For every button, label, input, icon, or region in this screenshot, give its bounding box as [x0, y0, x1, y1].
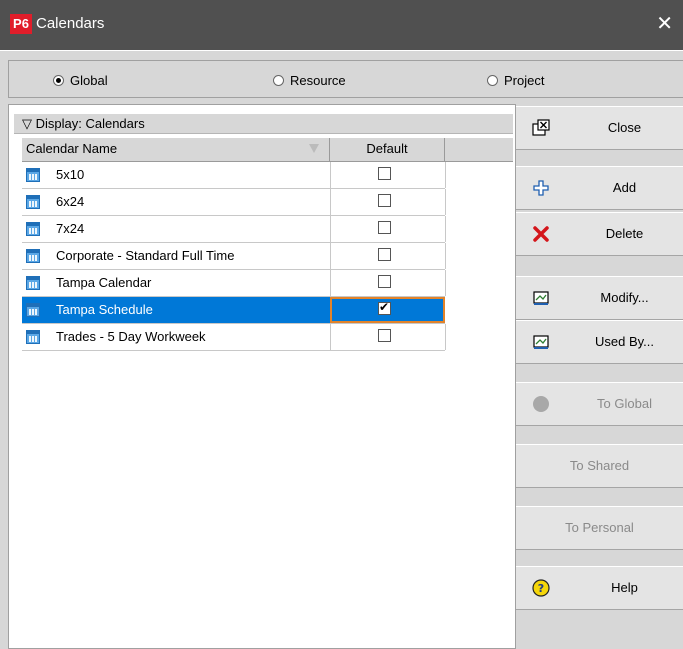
table-row[interactable]: Corporate - Standard Full Time [22, 243, 446, 270]
default-checkbox[interactable] [378, 329, 391, 342]
calendar-name: Tampa Schedule [56, 302, 153, 317]
radio-resource-label: Resource [290, 72, 346, 88]
column-header-default-label: Default [366, 141, 408, 156]
calendar-name: Tampa Calendar [56, 275, 152, 290]
close-window-icon [532, 119, 550, 136]
radio-global-circle[interactable] [53, 74, 64, 86]
radio-project-label: Project [504, 72, 545, 88]
add-button-label: Add [612, 180, 637, 195]
calendar-name: Corporate - Standard Full Time [56, 248, 235, 263]
table-row[interactable]: 5x10 [22, 162, 446, 189]
default-cell[interactable] [330, 216, 446, 242]
calendar-icon [26, 195, 40, 209]
default-cell[interactable] [330, 189, 446, 215]
name-cell[interactable]: 7x24 [22, 216, 331, 242]
table-row[interactable]: Tampa Calendar [22, 270, 446, 297]
column-header-default[interactable]: Default [330, 138, 445, 162]
calendar-icon [26, 222, 40, 236]
radio-resource-circle[interactable] [273, 74, 284, 86]
used-by-icon [533, 335, 549, 349]
to-global-button-label: To Global [597, 396, 652, 411]
to-global-button[interactable]: To Global [516, 382, 683, 426]
delete-button[interactable]: Delete [516, 212, 683, 256]
table-row-selected[interactable]: Tampa Schedule ✔ [22, 297, 445, 324]
default-cell[interactable] [330, 270, 446, 296]
calendar-icon [26, 168, 40, 182]
gray-circle-icon [533, 396, 549, 412]
calendar-name: 5x10 [56, 167, 85, 182]
name-cell[interactable]: Tampa Calendar [22, 270, 331, 296]
used-by-button-label: Used By... [594, 334, 654, 349]
column-header-calendar-name[interactable]: Calendar Name [22, 138, 330, 162]
default-cell[interactable] [330, 162, 446, 188]
calendar-icon [26, 249, 40, 263]
radio-project-circle[interactable] [487, 74, 498, 86]
close-button-label: Close [607, 120, 642, 135]
p6-logo-icon: P6 [10, 14, 32, 34]
radio-resource[interactable]: Resource [273, 71, 346, 89]
name-cell[interactable]: Tampa Schedule [22, 297, 331, 323]
calendar-name: Trades - 5 Day Workweek [56, 329, 206, 344]
to-personal-button-label: To Personal [565, 520, 634, 535]
window-title: Calendars [36, 15, 105, 32]
table-row[interactable]: 7x24 [22, 216, 446, 243]
plus-icon [533, 180, 549, 196]
radio-global-label: Global [70, 72, 108, 88]
window-close-button[interactable]: ✕ [656, 12, 673, 36]
calendar-icon [26, 330, 40, 344]
check-mark-icon: ✔ [379, 300, 390, 314]
name-cell[interactable]: 5x10 [22, 162, 331, 188]
to-shared-button-label: To Shared [569, 458, 630, 473]
default-cell-focused[interactable]: ✔ [330, 297, 445, 323]
default-checkbox[interactable] [378, 194, 391, 207]
name-cell[interactable]: Corporate - Standard Full Time [22, 243, 331, 269]
scope-radio-group: Global Resource Project [8, 60, 683, 98]
default-checkbox[interactable] [378, 167, 391, 180]
column-header-name-label: Calendar Name [26, 141, 118, 156]
help-question-icon: ? [532, 579, 550, 597]
modify-button[interactable]: Modify... [516, 276, 683, 320]
delete-button-label: Delete [605, 226, 644, 241]
radio-global[interactable]: Global [53, 71, 108, 89]
modify-button-label: Modify... [600, 290, 649, 305]
default-cell[interactable] [330, 243, 446, 269]
to-shared-button[interactable]: To Shared [516, 444, 683, 488]
default-checkbox[interactable] [378, 248, 391, 261]
red-x-icon [533, 226, 549, 242]
default-cell[interactable] [330, 324, 446, 350]
calendar-name: 6x24 [56, 194, 85, 209]
filter-icon[interactable] [309, 144, 319, 153]
table-row[interactable]: 6x24 [22, 189, 446, 216]
calendar-rows: 5x10 6x24 7x24 Corporate - Standard Full… [22, 162, 446, 351]
help-button-label: Help [611, 580, 638, 595]
calendar-name: 7x24 [56, 221, 85, 236]
default-checkbox[interactable] [378, 221, 391, 234]
svg-text:?: ? [538, 582, 544, 595]
table-row[interactable]: Trades - 5 Day Workweek [22, 324, 446, 351]
edit-calendar-icon [533, 291, 549, 305]
used-by-button[interactable]: Used By... [516, 320, 683, 364]
close-button[interactable]: Close [516, 106, 683, 150]
column-header-spacer [445, 138, 513, 162]
default-checkbox-checked[interactable]: ✔ [378, 300, 391, 315]
radio-project[interactable]: Project [487, 71, 544, 89]
add-button[interactable]: Add [516, 166, 683, 210]
help-button[interactable]: ? Help [516, 566, 683, 610]
default-checkbox[interactable] [378, 275, 391, 288]
title-bar: P6 Calendars ✕ [0, 0, 683, 50]
name-cell[interactable]: Trades - 5 Day Workweek [22, 324, 331, 350]
calendar-icon [26, 276, 40, 290]
calendar-icon [26, 303, 40, 317]
name-cell[interactable]: 6x24 [22, 189, 331, 215]
display-group-header[interactable]: ▽ Display: Calendars [14, 114, 513, 134]
to-personal-button[interactable]: To Personal [516, 506, 683, 550]
